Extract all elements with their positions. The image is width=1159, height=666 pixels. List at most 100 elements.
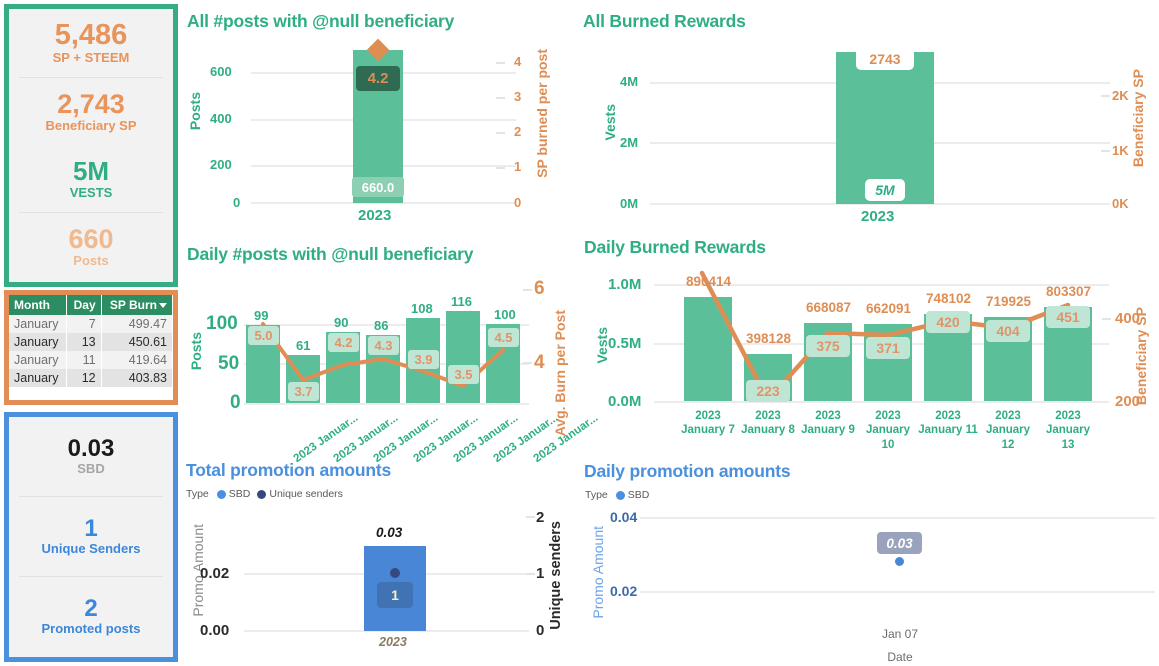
y2-tick: 1 [536,565,545,582]
chart-title: Total promotion amounts [186,460,392,480]
table-header-row: Month Day SP Burn [9,295,174,315]
y2-tick: 2 [536,509,545,526]
data-label-beneficiary-jan11: 420 [926,311,970,333]
y2-tick: 2K [1112,88,1129,103]
x-axis-label: Date [887,650,913,664]
gridline-right-tick [526,516,535,518]
y-tick: 0.02 [610,583,638,599]
gridline-right-tick [496,62,505,64]
legend-label-sbd[interactable]: SBD [229,488,251,500]
data-label-burn-day5: 3.9 [408,350,439,369]
data-label-beneficiary-jan9: 375 [806,335,850,357]
legend-swatch-unique-senders [257,489,267,499]
column-header-day[interactable]: Day [66,295,102,315]
kpi-label: Unique Senders [41,541,141,557]
data-label-beneficiary-jan12: 404 [986,320,1030,342]
chart-title: All #posts with @null beneficiary [187,11,455,31]
y2-tick: 1K [1112,143,1129,158]
dashboard-root: 5,486 SP + STEEM 2,743 Beneficiary SP 5M… [0,0,1159,666]
cell-month: January [9,369,68,387]
kpi-value: 5M [72,155,110,186]
data-label-vests: 5M [865,179,905,201]
header-label: Month [14,298,50,312]
table-row[interactable]: January 11 419.64 [9,351,174,369]
chart-daily-posts-null-beneficiary: Daily #posts with @null beneficiary Post… [186,240,600,465]
y-tick: 600 [210,64,232,79]
cell-month: January [9,333,68,351]
legend-title: Type [585,489,608,501]
y-axis-label: Vests [602,104,618,141]
y2-tick: 0 [514,195,522,210]
sort-descending-icon [159,303,167,308]
gridline-right-tick [1101,150,1110,152]
table-panel-orange: Month Day SP Burn January 7 499.47 Janua… [4,290,178,405]
gridline-right-tick [496,167,505,169]
y2-tick: 1 [514,159,522,174]
table-row[interactable]: January 13 450.61 [9,333,174,351]
legend-label-unique-senders[interactable]: Unique senders [269,488,343,500]
y2-tick: 0 [536,622,545,639]
y2-axis-label: Unique senders [548,521,564,630]
table-row[interactable]: January 12 403.83 [9,369,174,387]
kpi-vests: 5M VESTS [9,146,173,212]
cell-month: January [9,351,68,369]
x-tick-label: 2023 January 11 [918,410,978,437]
y2-tick: 3 [514,89,522,104]
kpi-posts: 660 Posts [9,213,173,281]
y-tick: 0M [620,196,639,211]
header-label: SP Burn [109,298,157,312]
kpi-value: 2 [84,595,98,623]
chart-title: Daily promotion amounts [584,461,791,481]
chart-total-promotion-amounts: Total promotion amounts Type SBD Unique … [186,458,576,666]
sp-burn-table[interactable]: Month Day SP Burn January 7 499.47 Janua… [9,295,174,387]
kpi-label: SP + STEEM [52,50,130,66]
data-label-beneficiary-jan13: 451 [1046,306,1090,328]
gridline-right-tick [1101,95,1110,97]
left-column: 5,486 SP + STEEM 2,743 Beneficiary SP 5M… [0,0,182,666]
header-label: Day [73,298,96,312]
chart-legend: Type SBD [585,489,649,501]
column-header-sp-burn[interactable]: SP Burn [101,295,174,315]
marker-sbd-jan07[interactable] [895,557,904,566]
kpi-sp-steem: 5,486 SP + STEEM [9,9,173,77]
data-label-beneficiary-jan10: 371 [866,337,910,359]
kpi-label: Posts [73,253,109,269]
cell-day: 11 [66,351,102,369]
x-tick-label: 2023 January 9 [801,410,855,437]
y-tick: 200 [210,157,232,172]
marker-unique-senders[interactable] [390,568,400,578]
kpi-sbd: 0.03 SBD [9,417,173,496]
x-axis-category-label: 2023 [861,208,895,225]
y-axis-label: Promo Amount [590,526,606,619]
cell-day: 7 [66,315,102,333]
data-label-burn-day6: 3.5 [448,365,479,384]
data-label-sp-burned-per-post: 4.2 [356,66,400,91]
legend-label-sbd[interactable]: SBD [628,489,650,501]
kpi-value: 660 [68,224,114,255]
chart-all-posts-null-beneficiary: All #posts with @null beneficiary Posts … [186,4,576,229]
gridline [640,591,1155,593]
kpi-value: 1 [84,515,98,543]
kpi-panel-blue: 0.03 SBD 1 Unique Senders 2 Promoted pos… [4,412,178,662]
kpi-beneficiary-sp: 2,743 Beneficiary SP [9,78,173,146]
legend-swatch-sbd [216,489,226,499]
x-axis-category-label: 2023 [379,635,407,649]
data-label-burn-day2: 3.7 [288,382,319,401]
x-axis-category-label: 2023 [358,207,392,224]
table-row[interactable]: January 7 499.47 [9,315,174,333]
chart-daily-promotion-amounts: Daily promotion amounts Type SBD Promo A… [580,458,1155,666]
data-label-beneficiary-jan8: 223 [746,380,790,402]
cell-sp-burn: 403.83 [101,369,174,387]
data-label-burn-day4: 4.3 [368,336,399,355]
kpi-value: 0.03 [67,435,115,463]
data-label-posts: 660.0 [352,177,404,197]
chart-all-burned-rewards: All Burned Rewards Vests Beneficiary SP … [580,4,1155,229]
legend-title: Type [186,488,209,500]
y2-tick: 4 [514,54,522,69]
x-tick-label: 2023 January 13 [1045,410,1091,451]
y-tick: 4M [620,74,639,89]
y-tick: 0.02 [200,565,230,582]
cell-sp-burn: 499.47 [101,315,174,333]
kpi-label: SBD [77,461,105,477]
column-header-month[interactable]: Month [9,295,68,315]
